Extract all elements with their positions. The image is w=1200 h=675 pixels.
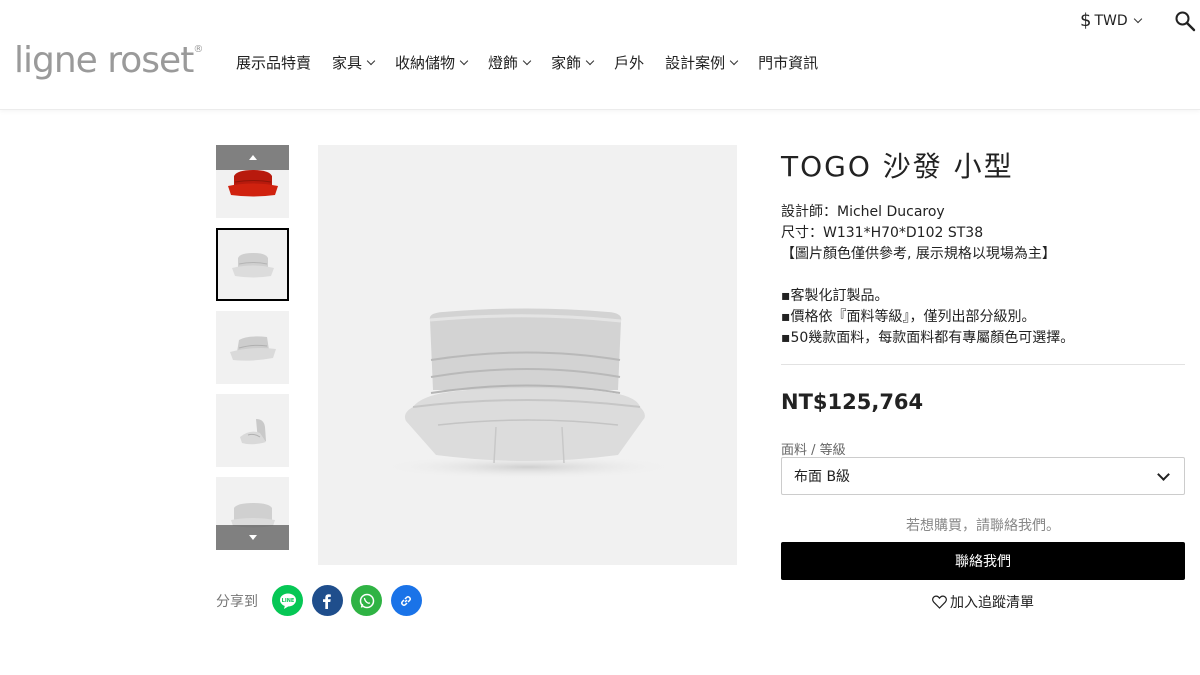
chevron-down-icon bbox=[522, 56, 532, 65]
arrow-up-icon bbox=[248, 155, 257, 160]
nav-item-showroom-sale[interactable]: 展示品特賣 bbox=[236, 52, 311, 73]
divider bbox=[781, 364, 1185, 365]
share-line-button[interactable]: LINE bbox=[272, 585, 303, 616]
share-facebook-button[interactable] bbox=[311, 585, 343, 616]
line-icon: LINE bbox=[279, 593, 296, 609]
chevron-down-icon bbox=[1157, 468, 1170, 481]
fabric-grade-select[interactable]: 布面 B級 bbox=[781, 457, 1185, 495]
nav-item-decor[interactable]: 家飾 bbox=[551, 52, 595, 73]
dimensions-text: 尺寸：W131*H70*D102 ST38 bbox=[781, 225, 984, 241]
sofa-image bbox=[231, 252, 274, 277]
brand-logo[interactable]: ligne roset® bbox=[14, 40, 203, 81]
designer-text: 設計師：Michel Ducaroy bbox=[781, 204, 945, 220]
nav-item-outdoor[interactable]: 戶外 bbox=[614, 52, 644, 73]
nav-item-storage[interactable]: 收納儲物 bbox=[395, 52, 469, 73]
sofa-image bbox=[239, 418, 266, 444]
sofa-image bbox=[378, 308, 678, 479]
product-title: TOGO 沙發 小型 bbox=[781, 150, 1014, 183]
share-copy-link-button[interactable] bbox=[390, 585, 422, 616]
thumbnail-grey-sofa-angle[interactable] bbox=[216, 311, 289, 384]
product-price: NT$125,764 bbox=[781, 390, 924, 414]
chevron-down-icon bbox=[459, 56, 469, 65]
nav-item-design-cases[interactable]: 設計案例 bbox=[665, 52, 739, 73]
chevron-down-icon bbox=[366, 56, 376, 65]
dollar-icon: $ bbox=[1080, 10, 1092, 31]
main-product-image[interactable] bbox=[318, 145, 737, 565]
thumbnail-gallery bbox=[216, 145, 289, 550]
product-description: 設計師：Michel Ducaroy 尺寸：W131*H70*D102 ST38… bbox=[781, 202, 1074, 349]
main-nav: 展示品特賣 家具 收納儲物 燈飾 家飾 戶外 設計案例 門市資訊 bbox=[236, 52, 839, 73]
link-icon bbox=[401, 595, 411, 606]
fabric-grade-selected-value: 布面 B級 bbox=[794, 469, 851, 485]
sofa-image bbox=[229, 335, 276, 361]
nav-item-stores[interactable]: 門市資訊 bbox=[758, 52, 818, 73]
contact-hint: 若想購買，請聯絡我們。 bbox=[906, 518, 1060, 534]
add-to-wishlist-button[interactable]: 加入追蹤清單 bbox=[781, 592, 1185, 612]
wishlist-label: 加入追蹤清單 bbox=[950, 595, 1034, 611]
thumbnail-scroll-down-button[interactable] bbox=[216, 525, 289, 550]
bullet-custom-made: ▪客製化訂製品。 bbox=[781, 288, 889, 304]
site-header: ligne roset® 展示品特賣 家具 收納儲物 燈飾 家飾 戶外 設計案例… bbox=[0, 0, 1200, 110]
share-bar: 分享到 LINE bbox=[216, 585, 430, 616]
contact-us-button[interactable]: 聯絡我們 bbox=[781, 542, 1185, 580]
share-label: 分享到 bbox=[216, 593, 258, 610]
whatsapp-icon bbox=[359, 593, 374, 608]
thumbnail-scroll-up-button[interactable] bbox=[216, 145, 289, 170]
chevron-down-icon bbox=[1133, 14, 1142, 23]
search-icon[interactable] bbox=[1174, 10, 1196, 32]
bullet-price-by-grade: ▪價格依『面料等級』，僅列出部分級別。 bbox=[781, 309, 1036, 325]
currency-code: TWD bbox=[1094, 12, 1128, 29]
color-disclaimer-text: 【圖片顏色僅供參考, 展示規格以現場為主】 bbox=[781, 246, 1056, 262]
thumbnail-grey-sofa-front[interactable] bbox=[216, 228, 289, 301]
svg-text:LINE: LINE bbox=[281, 598, 294, 604]
heart-icon bbox=[932, 595, 947, 609]
thumbnail-grey-sofa-side[interactable] bbox=[216, 394, 289, 467]
chevron-down-icon bbox=[585, 56, 595, 65]
bullet-fabric-options: ▪50幾款面料，每款面料都有專屬顏色可選擇。 bbox=[781, 330, 1075, 346]
chevron-down-icon bbox=[729, 56, 739, 65]
share-whatsapp-button[interactable] bbox=[351, 585, 382, 616]
nav-item-lighting[interactable]: 燈飾 bbox=[488, 52, 532, 73]
facebook-icon bbox=[323, 593, 331, 609]
nav-item-furniture[interactable]: 家具 bbox=[332, 52, 376, 73]
arrow-down-icon bbox=[248, 535, 257, 540]
currency-selector[interactable]: $ TWD bbox=[1080, 10, 1142, 31]
fabric-grade-label: 面料 / 等級 bbox=[781, 443, 846, 458]
